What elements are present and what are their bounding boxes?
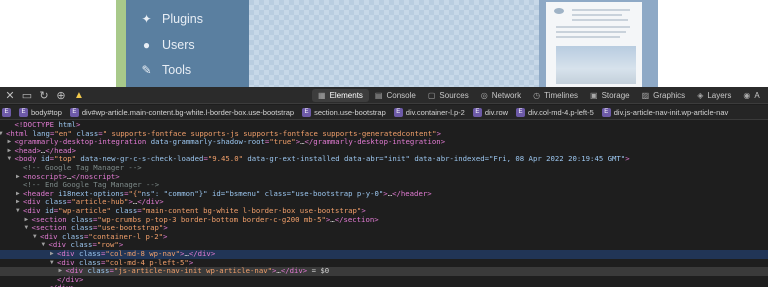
dom-node-line[interactable]: ▶ <grammarly-desktop-integration data-gra…: [0, 137, 768, 147]
dom-node-line[interactable]: ▶ <div class="js-article-nav-init wp-arti…: [0, 266, 768, 276]
layers-icon: ◈: [697, 91, 704, 100]
breadcrumb-label: div.container-l.p-2: [405, 107, 465, 117]
tab-label: Sources: [439, 91, 469, 100]
tab-label: Timelines: [544, 91, 579, 100]
timelines-icon: ◷: [533, 91, 541, 100]
tab-label: A: [754, 91, 760, 100]
breadcrumb-label: div.row: [484, 107, 509, 117]
tab-label: Storage: [601, 91, 630, 100]
menu-item-label: Plugins: [162, 12, 203, 26]
breadcrumb-item[interactable]: Ediv.container-l.p-2: [393, 107, 465, 117]
disclosure-closed-icon[interactable]: ▶: [50, 250, 54, 259]
element-icon: E: [19, 107, 28, 117]
element-icon: E: [472, 107, 482, 117]
dom-node-markup: <grammarly-desktop-integration data-gram…: [14, 137, 446, 147]
element-icon: E: [69, 107, 79, 117]
elements-icon: ▦: [318, 91, 326, 100]
tab-graphics[interactable]: ▨ Graphics: [636, 87, 692, 104]
storage-icon: ▣: [590, 91, 598, 100]
breadcrumb-label: div.col-md-4.p-left-5: [528, 107, 594, 117]
reload-icon[interactable]: ↻: [37, 89, 51, 102]
wrench-icon: ✎: [141, 62, 152, 77]
tab-sources[interactable]: ▢ Sources: [422, 87, 475, 104]
breadcrumb-item[interactable]: Ediv.row: [472, 107, 509, 117]
tab-list: ▦ Elements ▤ Console ▢ Sources ◎ Network ◷ Ti…: [312, 87, 766, 104]
tab-elements[interactable]: ▦ Elements: [312, 89, 369, 102]
disclosure-open-icon[interactable]: ▼: [33, 233, 37, 242]
devtools-tab-bar: ✕ ▭ ↻ ⊕ ▲ ▦ Elements ▤ Console ▢ Sources ◎ N…: [0, 87, 768, 104]
element-icon: E: [2, 107, 11, 117]
tab-network[interactable]: ◎ Network: [475, 87, 527, 104]
tab-audit[interactable]: ◉ A: [737, 87, 765, 104]
disclosure-open-icon[interactable]: ▼: [25, 224, 29, 233]
thumbnail-image: [556, 46, 636, 84]
target-icon[interactable]: ⊕: [54, 89, 68, 102]
tab-label: Elements: [329, 91, 363, 100]
disclosure-open-icon[interactable]: ▼: [0, 130, 3, 139]
user-icon: ●: [142, 37, 151, 52]
tab-label: Graphics: [653, 91, 686, 100]
breadcrumb-item[interactable]: Esection.use-bootstrap: [302, 107, 386, 117]
disclosure-open-icon[interactable]: ▼: [42, 241, 46, 250]
plugin-icon: ✦: [141, 11, 152, 26]
sources-icon: ▢: [427, 91, 436, 100]
menu-item-label: Tools: [162, 63, 192, 77]
dock-icon[interactable]: ▭: [20, 89, 34, 102]
disclosure-open-icon[interactable]: ▼: [50, 259, 54, 268]
element-icon: E: [516, 107, 526, 117]
tab-console[interactable]: ▤ Console: [369, 87, 422, 104]
tab-label: Layers: [707, 91, 732, 100]
breadcrumb: E Ebody#top Ediv#wp-article.main-content…: [0, 105, 768, 120]
page-preview: ✦ Plugins ● Users ✎ Tools: [0, 0, 768, 87]
tab-label: Network: [491, 91, 522, 100]
element-icon: E: [393, 107, 403, 117]
graphics-icon: ▨: [641, 91, 650, 100]
menu-item-plugins[interactable]: ✦ Plugins: [140, 9, 203, 29]
breadcrumb-item[interactable]: Ediv#wp-article.main-content.bg-white.l-…: [69, 107, 295, 117]
disclosure-closed-icon[interactable]: ▶: [25, 216, 29, 225]
breadcrumb-label: div.js-article-nav-init.wp-article-nav: [613, 107, 729, 117]
breadcrumb-item[interactable]: Ediv.col-md-4.p-left-5: [516, 107, 594, 117]
disclosure-open-icon[interactable]: ▼: [8, 155, 12, 164]
disclosure-closed-icon[interactable]: ▶: [16, 173, 20, 182]
page-thumbnail: [546, 2, 642, 87]
editor-canvas: [249, 0, 539, 87]
network-icon: ◎: [480, 91, 488, 100]
breadcrumb-item-root[interactable]: E: [2, 107, 11, 117]
tab-layers[interactable]: ◈ Layers: [691, 87, 737, 104]
disclosure-closed-icon[interactable]: ▶: [16, 198, 20, 207]
console-icon: ▤: [374, 91, 383, 100]
disclosure-closed-icon[interactable]: ▶: [8, 138, 12, 147]
breadcrumb-label: body#top: [31, 107, 62, 117]
breadcrumb-item[interactable]: Ebody#top: [19, 107, 62, 117]
menu-item-tools[interactable]: ✎ Tools: [140, 60, 191, 80]
menu-item-label: Users: [162, 38, 195, 52]
wp-admin-sidebar: ✦ Plugins ● Users ✎ Tools: [126, 0, 249, 87]
tab-label: Console: [386, 91, 416, 100]
breadcrumb-label: div#wp-article.main-content.bg-white.l-b…: [81, 107, 295, 117]
dom-node-markup: <div class="js-article-nav-init wp-artic…: [65, 266, 330, 276]
audit-icon: ◉: [743, 91, 751, 100]
close-icon[interactable]: ✕: [3, 89, 17, 102]
warning-icon[interactable]: ▲: [74, 90, 84, 101]
disclosure-closed-icon[interactable]: ▶: [8, 147, 12, 156]
breadcrumb-label: section.use-bootstrap: [314, 107, 386, 117]
disclosure-open-icon[interactable]: ▼: [16, 207, 20, 216]
dom-node-line[interactable]: </div>: [0, 275, 768, 285]
element-icon: E: [601, 107, 611, 117]
menu-item-users[interactable]: ● Users: [140, 35, 195, 55]
tab-storage[interactable]: ▣ Storage: [584, 87, 636, 104]
breadcrumb-item[interactable]: Ediv.js-article-nav-init.wp-article-nav: [601, 107, 729, 117]
dom-tree: <!DOCTYPE html> ▼ <html lang="en" class=" …: [0, 121, 768, 287]
disclosure-closed-icon[interactable]: ▶: [16, 190, 20, 199]
tab-timelines[interactable]: ◷ Timelines: [527, 87, 584, 104]
element-icon: E: [302, 107, 312, 117]
